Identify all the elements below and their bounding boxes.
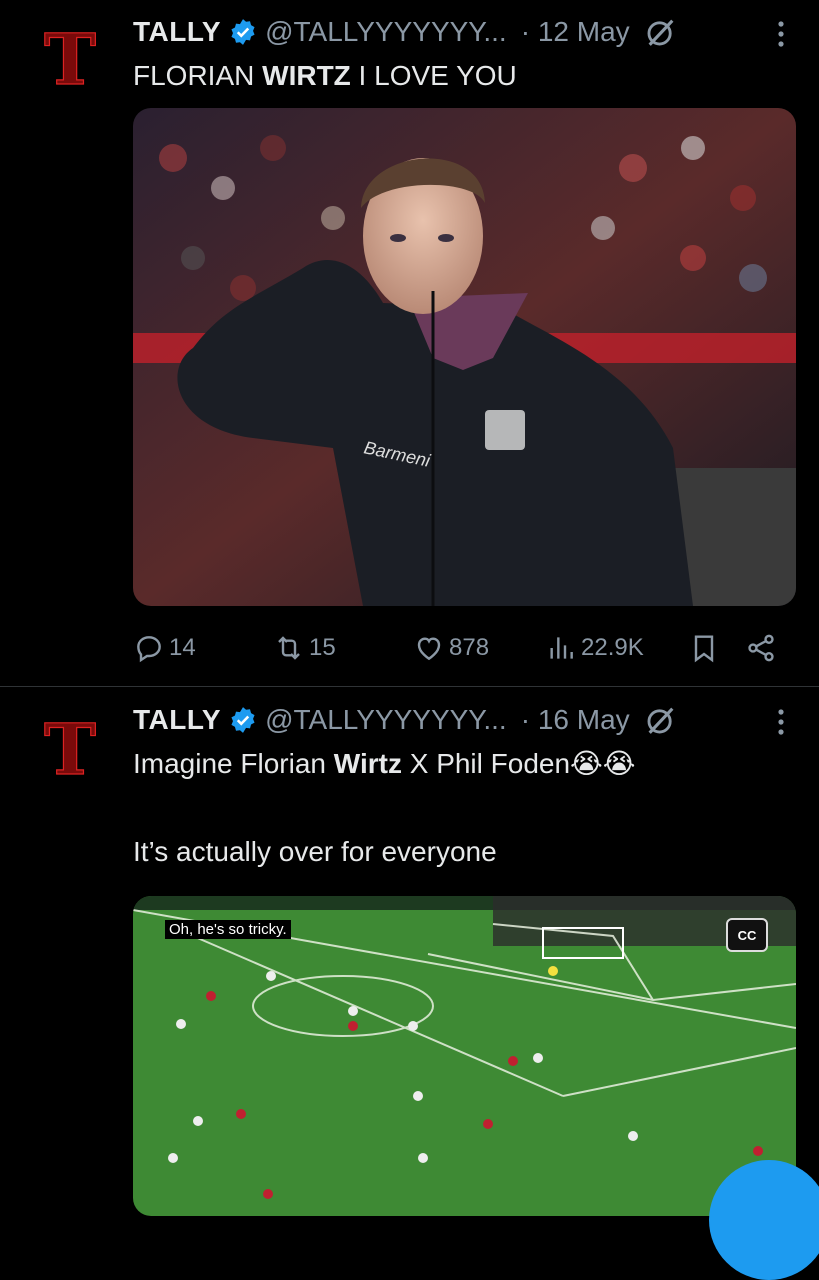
tweet-1[interactable]: T TALLY @TALLYYYYYYY... · 12 May FLORIAN… [0,0,819,690]
author-name[interactable]: TALLY [133,704,221,736]
svg-text:T: T [44,22,96,94]
views-icon [550,637,573,659]
video-caption: Oh, he's so tricky. [165,920,291,939]
tweet-2[interactable]: T TALLY @TALLYYYYYYY... · 16 May Imagine… [0,690,819,1216]
tweet-text: FLORIAN WIRTZ I LOVE YOU [133,56,517,96]
author-handle[interactable]: @TALLYYYYYYY... [265,704,507,736]
tweet-divider [0,686,819,687]
retweet-count: 15 [309,634,336,661]
video-pitch-frame [133,896,796,1216]
cc-button[interactable]: CC [726,918,768,952]
tweet-actions: 14 15 878 22.9K [133,628,793,668]
like-icon [417,637,441,661]
share-button[interactable] [745,628,777,668]
retweet-button[interactable]: 15 [273,628,336,668]
tweet-text-bold: Wirtz [333,748,402,779]
tweet-date[interactable]: · 12 May [521,16,630,48]
tweet-text: Imagine Florian Wirtz X Phil Foden😭😭 [133,744,635,784]
share-icon [748,634,774,662]
like-count: 878 [449,634,490,661]
avatar[interactable]: T [34,707,106,791]
compose-fab-button[interactable] [709,1160,819,1280]
bookmark-icon [694,635,714,663]
like-button[interactable]: 878 [413,628,489,668]
views-count: 22.9K [581,634,644,661]
tweet-text-part: Imagine Florian [133,748,334,779]
more-icon[interactable] [771,14,791,54]
tweet-text-part: I LOVE YOU [350,60,517,91]
verified-icon [231,19,255,45]
grok-icon[interactable] [644,15,678,49]
author-name[interactable]: TALLY [133,16,221,48]
reply-icon [137,636,161,663]
tweet-text-part: X Phil Foden😭😭 [401,748,636,779]
views-button[interactable]: 22.9K [545,628,644,668]
tweet-video[interactable]: Oh, he's so tricky. CC [133,896,796,1216]
avatar-t-logo: T [43,707,96,791]
author-handle[interactable]: @TALLYYYYYYY... [265,16,507,48]
tweet-photo[interactable]: Barmeni [133,108,796,606]
avatar-t-logo: T [43,17,96,101]
avatar[interactable]: T [34,17,106,101]
verified-icon [231,707,255,733]
retweet-icon [278,636,300,660]
tweet-date[interactable]: · 16 May [521,704,630,736]
tweet-text-line2: It’s actually over for everyone [133,836,497,867]
grok-icon[interactable] [644,703,678,737]
photo-player-image: Barmeni [133,108,796,606]
tweet-text-bold: WIRTZ [262,60,351,91]
reply-count: 14 [169,634,196,661]
svg-text:T: T [44,712,96,784]
tweet-text-part: FLORIAN [133,60,263,91]
reply-button[interactable]: 14 [133,628,196,668]
more-icon[interactable] [771,702,791,742]
bookmark-button[interactable] [688,628,720,668]
